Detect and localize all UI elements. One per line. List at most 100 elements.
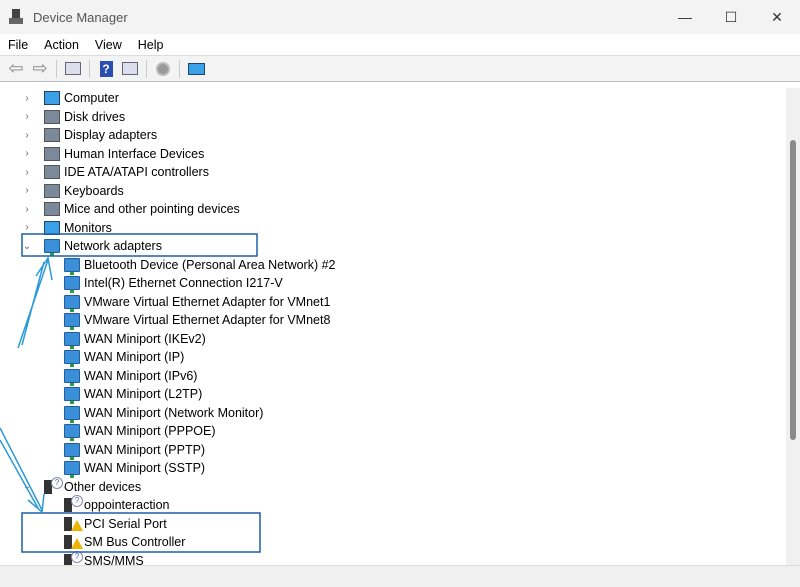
- tree-item-label: Monitors: [64, 220, 112, 235]
- tree-item-label: WAN Miniport (PPPOE): [84, 424, 216, 438]
- tree-item-label: WAN Miniport (IP): [84, 350, 185, 364]
- show-hide-console-tree-icon[interactable]: [63, 60, 83, 78]
- back-arrow-icon[interactable]: ⇦: [6, 58, 26, 78]
- expand-chevron-icon[interactable]: ›: [22, 111, 32, 122]
- ide-icon: [44, 165, 60, 179]
- display-icon: [44, 128, 60, 142]
- minimize-button[interactable]: —: [662, 0, 708, 34]
- tree-item-label: WAN Miniport (IKEv2): [84, 331, 206, 346]
- tree-category-network-adapters[interactable]: ⌄ Network adapters: [23, 237, 162, 256]
- expand-chevron-icon[interactable]: ›: [22, 148, 32, 159]
- tree-category[interactable]: › Disk drives: [25, 108, 126, 126]
- maximize-button[interactable]: ☐: [708, 0, 754, 34]
- collapse-chevron-icon[interactable]: ⌄: [22, 481, 32, 492]
- menu-action[interactable]: Action: [36, 38, 87, 52]
- monitor-icon: [44, 220, 60, 235]
- tree-item-label: WAN Miniport (IPv6): [84, 368, 198, 383]
- tree-item[interactable]: Bluetooth Device (Personal Area Network)…: [64, 256, 336, 275]
- network-adapter-icon: [64, 331, 80, 349]
- network-adapter-icon: [64, 276, 80, 293]
- menu-bar: File Action View Help: [0, 34, 800, 56]
- tree-item-label: Intel(R) Ethernet Connection I217-V: [84, 276, 283, 290]
- expand-chevron-icon[interactable]: ›: [22, 93, 32, 104]
- tree-item-label: WAN Miniport (L2TP): [84, 387, 203, 401]
- tree-item-label: WAN Miniport (Network Monitor): [84, 405, 264, 420]
- device-manager-icon: [8, 9, 24, 25]
- unknown-device-icon: [64, 495, 83, 512]
- tree-category[interactable]: › Computer: [25, 89, 119, 107]
- tree-category[interactable]: › Display adapters: [25, 126, 158, 144]
- scrollbar-thumb[interactable]: [790, 140, 796, 440]
- unknown-device-icon: [44, 476, 63, 494]
- toolbar-separator: [56, 59, 57, 78]
- tree-category[interactable]: › Human Interface Devices: [25, 145, 205, 163]
- toolbar-separator: [179, 59, 180, 78]
- tree-item[interactable]: VMware Virtual Ethernet Adapter for VMne…: [64, 311, 331, 330]
- warning-device-icon: [64, 535, 83, 549]
- tree-item-label: Human Interface Devices: [64, 146, 205, 161]
- network-adapter-icon: [64, 313, 80, 330]
- expand-chevron-icon[interactable]: ›: [22, 167, 32, 178]
- tree-item[interactable]: WAN Miniport (SSTP): [64, 459, 206, 478]
- toolbar: ⇦ ⇨ ?: [0, 56, 800, 82]
- tree-item[interactable]: WAN Miniport (IKEv2): [64, 330, 206, 349]
- tree-item[interactable]: oppointeraction: [64, 495, 169, 514]
- toolbar-separator: [89, 59, 90, 78]
- network-adapter-icon: [64, 387, 80, 404]
- tree-item[interactable]: Intel(R) Ethernet Connection I217-V: [64, 274, 283, 293]
- tree-item[interactable]: WAN Miniport (PPPOE): [64, 422, 216, 441]
- tree-item[interactable]: WAN Miniport (IPv6): [64, 367, 198, 386]
- tree-item-label: Keyboards: [64, 183, 124, 198]
- tree-item-label: WAN Miniport (PPTP): [84, 442, 206, 457]
- menu-view[interactable]: View: [87, 38, 130, 52]
- vertical-scrollbar[interactable]: [786, 88, 800, 565]
- tree-item-label: VMware Virtual Ethernet Adapter for VMne…: [84, 294, 331, 309]
- expand-chevron-icon[interactable]: ›: [22, 222, 32, 233]
- tree-category[interactable]: › Mice and other pointing devices: [25, 200, 240, 218]
- tree-item-label: Disk drives: [64, 109, 126, 124]
- tree-item-label: VMware Virtual Ethernet Adapter for VMne…: [84, 313, 331, 327]
- tree-category[interactable]: › Keyboards: [25, 182, 124, 200]
- device-tree: › Computer › Disk drives › Display adapters › H…: [0, 88, 784, 565]
- tree-item-label: Other devices: [64, 479, 142, 494]
- close-button[interactable]: ✕: [754, 0, 800, 34]
- tree-item[interactable]: WAN Miniport (Network Monitor): [64, 404, 264, 423]
- tree-item-label: IDE ATA/ATAPI controllers: [64, 165, 209, 179]
- tree-category-other-devices[interactable]: ⌄ Other devices: [23, 476, 142, 496]
- scan-hardware-icon[interactable]: [186, 60, 206, 78]
- tree-category[interactable]: › Monitors: [25, 219, 112, 237]
- expand-chevron-icon[interactable]: ›: [22, 130, 32, 141]
- network-adapter-icon: [64, 442, 80, 460]
- tree-item-label: Mice and other pointing devices: [64, 202, 240, 216]
- expand-chevron-icon[interactable]: ›: [22, 185, 32, 196]
- tree-item[interactable]: PCI Serial Port: [64, 515, 167, 533]
- mouse-icon: [44, 202, 60, 216]
- expand-chevron-icon[interactable]: ›: [22, 204, 32, 215]
- tree-item[interactable]: WAN Miniport (PPTP): [64, 441, 206, 460]
- tree-item-label: WAN Miniport (SSTP): [84, 461, 206, 475]
- keyboard-icon: [44, 183, 60, 198]
- tree-item[interactable]: SMS/MMS: [64, 550, 144, 565]
- tree-item-label: PCI Serial Port: [84, 516, 167, 531]
- tree-item[interactable]: WAN Miniport (IP): [64, 348, 185, 367]
- show-action-pane-icon[interactable]: [120, 60, 140, 78]
- title-bar: Device Manager — ☐ ✕: [0, 0, 800, 34]
- tree-item[interactable]: VMware Virtual Ethernet Adapter for VMne…: [64, 293, 331, 312]
- window-title: Device Manager: [33, 9, 128, 25]
- status-bar: [0, 565, 800, 587]
- network-adapter-icon: [64, 294, 80, 312]
- network-adapter-icon: [64, 350, 80, 367]
- tree-item-label: Display adapters: [64, 128, 158, 142]
- update-driver-icon[interactable]: [153, 60, 173, 78]
- tree-category[interactable]: › IDE ATA/ATAPI controllers: [25, 163, 209, 181]
- menu-help[interactable]: Help: [130, 38, 172, 52]
- tree-item-label: Computer: [64, 91, 119, 105]
- tree-item[interactable]: WAN Miniport (L2TP): [64, 385, 203, 404]
- menu-file[interactable]: File: [0, 38, 36, 52]
- network-adapter-icon: [64, 405, 80, 423]
- forward-arrow-icon[interactable]: ⇨: [30, 58, 50, 78]
- help-icon[interactable]: ?: [96, 60, 116, 78]
- help-glyph: ?: [99, 60, 113, 77]
- tree-item[interactable]: SM Bus Controller: [64, 533, 185, 551]
- collapse-chevron-icon[interactable]: ⌄: [22, 241, 32, 252]
